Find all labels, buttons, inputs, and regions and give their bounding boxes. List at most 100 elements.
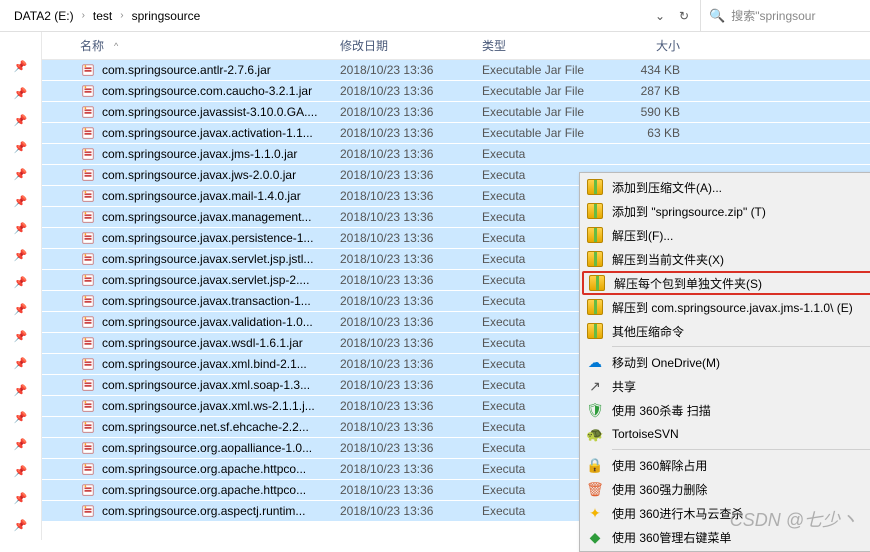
jar-file-icon [80, 125, 96, 141]
pin-icon[interactable]: 📌 [14, 60, 28, 73]
file-date: 2018/10/23 13:36 [340, 336, 482, 350]
quick-access-pins: 📌 📌 📌 📌 📌 📌 📌 📌 📌 📌 📌 📌 📌 📌 📌 📌 📌 📌 [0, 32, 42, 540]
table-row[interactable]: com.springsource.antlr-2.7.6.jar2018/10/… [42, 60, 870, 81]
pin-icon[interactable]: 📌 [14, 168, 28, 181]
file-date: 2018/10/23 13:36 [340, 147, 482, 161]
pin-icon[interactable]: 📌 [14, 384, 28, 397]
column-headers[interactable]: 名称^ 修改日期 类型 大小 [42, 32, 870, 60]
menu-item[interactable]: 解压每个包到单独文件夹(S) [582, 271, 870, 295]
jar-file-icon [80, 251, 96, 267]
refresh-icon[interactable]: ↻ [676, 9, 692, 23]
search-input[interactable]: 🔍 搜索"springsour [700, 0, 870, 31]
menu-item[interactable]: 添加到压缩文件(A)... [582, 175, 870, 199]
pin-icon[interactable]: 📌 [14, 222, 28, 235]
menu-item[interactable]: 🗑 使用 360强力删除 [582, 477, 870, 501]
menu-item[interactable]: 解压到 com.springsource.javax.jms-1.1.0\ (E… [582, 295, 870, 319]
pin-icon[interactable]: 📌 [14, 465, 28, 478]
pin-icon[interactable]: 📌 [14, 438, 28, 451]
header-date[interactable]: 修改日期 [340, 37, 482, 54]
menu-item[interactable]: 解压到当前文件夹(X) [582, 247, 870, 271]
file-type: Executa [482, 147, 612, 161]
file-date: 2018/10/23 13:36 [340, 294, 482, 308]
menu-separator [612, 449, 870, 450]
pin-icon[interactable]: 📌 [14, 276, 28, 289]
search-placeholder: 搜索"springsour [731, 7, 815, 24]
table-row[interactable]: com.springsource.javax.jms-1.1.0.jar 2018… [42, 144, 870, 165]
menu-item[interactable]: 🔒使用 360解除占用 [582, 453, 870, 477]
menu-item[interactable]: ☁移动到 OneDrive(M) [582, 350, 870, 374]
pin-icon[interactable]: 📌 [14, 87, 28, 100]
header-size[interactable]: 大小 [612, 37, 692, 54]
file-name: com.springsource.com.caucho-3.2.1.jar [102, 84, 312, 98]
jar-file-icon [80, 167, 96, 183]
menu-item[interactable]: 解压到(F)... [582, 223, 870, 247]
menu-item-label: 使用 360强力删除 [612, 481, 870, 498]
pin-icon[interactable]: 📌 [14, 141, 28, 154]
archive-icon [586, 322, 604, 340]
chevron-right-icon: › [118, 10, 125, 21]
breadcrumb-item[interactable]: DATA2 (E:) [8, 9, 80, 23]
pin-icon[interactable]: 📌 [14, 303, 28, 316]
sort-indicator-icon: ^ [114, 41, 118, 51]
search-icon: 🔍 [709, 8, 725, 24]
menu-item[interactable]: ◆ 使用 360管理右键菜单 [582, 525, 870, 549]
file-date: 2018/10/23 13:36 [340, 420, 482, 434]
breadcrumb[interactable]: DATA2 (E:) › test › springsource [0, 0, 644, 31]
file-type: Executable Jar File [482, 84, 612, 98]
header-type[interactable]: 类型 [482, 37, 612, 54]
file-size: 287 KB [612, 84, 692, 98]
jar-file-icon [80, 419, 96, 435]
file-name: com.springsource.javax.servlet.jsp-2.... [102, 273, 309, 287]
breadcrumb-item[interactable]: test [87, 9, 118, 23]
table-row[interactable]: com.springsource.javax.activation-1.1...… [42, 123, 870, 144]
jar-file-icon [80, 335, 96, 351]
jar-file-icon [80, 461, 96, 477]
file-name: com.springsource.net.sf.ehcache-2.2... [102, 420, 309, 434]
breadcrumb-item[interactable]: springsource [126, 9, 207, 23]
menu-item[interactable]: 添加到 "springsource.zip" (T) [582, 199, 870, 223]
menu-item[interactable]: 其他压缩命令 [582, 319, 870, 343]
jar-file-icon [80, 209, 96, 225]
jar-file-icon [80, 146, 96, 162]
share-icon: ↗ [586, 377, 604, 395]
jar-file-icon [80, 440, 96, 456]
menu-item[interactable]: ✦使用 360进行木马云查杀 [582, 501, 870, 525]
context-menu: 添加到压缩文件(A)...添加到 "springsource.zip" (T)解… [579, 172, 870, 552]
menu-item[interactable]: ↗共享 [582, 374, 870, 398]
delete-icon: 🗑 [586, 480, 604, 498]
menu360-icon: ◆ [586, 528, 604, 546]
archive-icon [586, 298, 604, 316]
pin-icon[interactable]: 📌 [14, 411, 28, 424]
pin-icon[interactable]: 📌 [14, 330, 28, 343]
header-name[interactable]: 名称^ [80, 37, 340, 54]
file-date: 2018/10/23 13:36 [340, 441, 482, 455]
pin-icon[interactable]: 📌 [14, 492, 28, 505]
file-date: 2018/10/23 13:36 [340, 357, 482, 371]
pin-icon[interactable]: 📌 [14, 195, 28, 208]
menu-separator [612, 346, 870, 347]
menu-item-label: TortoiseSVN [612, 427, 870, 441]
shield-icon: 🛡 [586, 401, 604, 419]
menu-item[interactable]: 🐢TortoiseSVN [582, 422, 870, 446]
table-row[interactable]: com.springsource.com.caucho-3.2.1.jar201… [42, 81, 870, 102]
pin-icon[interactable]: 📌 [14, 114, 28, 127]
file-date: 2018/10/23 13:36 [340, 462, 482, 476]
file-name: com.springsource.org.aspectj.runtim... [102, 504, 305, 518]
pin-icon[interactable]: 📌 [14, 357, 28, 370]
file-name: com.springsource.javassist-3.10.0.GA.... [102, 105, 317, 119]
jar-file-icon [80, 272, 96, 288]
file-name: com.springsource.javax.jms-1.1.0.jar [102, 147, 297, 161]
file-size: 63 KB [612, 126, 692, 140]
pin-icon[interactable]: 📌 [14, 249, 28, 262]
chevron-right-icon: › [80, 10, 87, 21]
file-date: 2018/10/23 13:36 [340, 483, 482, 497]
archive-icon [586, 178, 604, 196]
file-name: com.springsource.javax.servlet.jsp.jstl.… [102, 252, 313, 266]
pin-icon[interactable]: 📌 [14, 519, 28, 532]
chevron-down-icon[interactable]: ⌄ [652, 9, 668, 23]
jar-file-icon [80, 62, 96, 78]
jar-file-icon [80, 293, 96, 309]
menu-item-label: 使用 360管理右键菜单 [612, 529, 870, 546]
menu-item[interactable]: 🛡使用 360杀毒 扫描 [582, 398, 870, 422]
table-row[interactable]: com.springsource.javassist-3.10.0.GA....… [42, 102, 870, 123]
